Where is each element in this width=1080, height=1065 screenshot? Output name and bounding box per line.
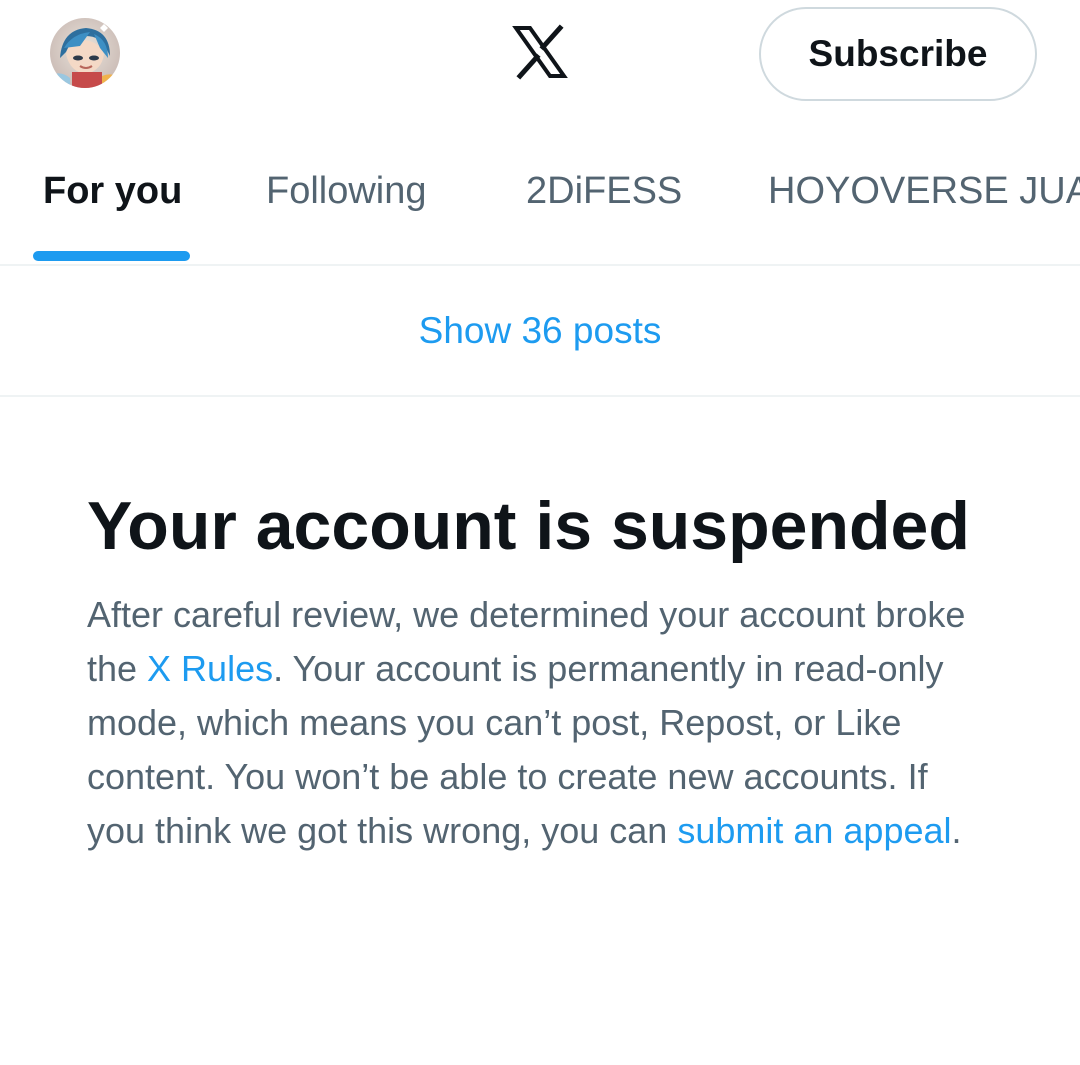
active-tab-indicator (33, 251, 190, 261)
notice-body: After careful review, we determined your… (87, 588, 987, 858)
tab-2difess[interactable]: 2DiFESS (526, 170, 682, 213)
submit-appeal-link[interactable]: submit an appeal (677, 810, 951, 851)
x-rules-link[interactable]: X Rules (147, 648, 273, 689)
suspension-notice: Your account is suspended After careful … (87, 484, 987, 858)
user-avatar[interactable] (50, 18, 120, 88)
avatar-image (50, 18, 120, 88)
tab-following[interactable]: Following (266, 170, 427, 213)
top-bar: Subscribe (0, 0, 1080, 140)
notice-text-3: . (951, 810, 962, 851)
subscribe-button[interactable]: Subscribe (759, 7, 1037, 101)
tab-for-you[interactable]: For you (43, 170, 182, 213)
show-new-posts-button[interactable]: Show 36 posts (0, 266, 1080, 397)
notice-title: Your account is suspended (87, 488, 970, 564)
x-logo-icon[interactable] (512, 24, 568, 80)
tab-hoyoverse-jua[interactable]: HOYOVERSE JUA (768, 170, 1080, 213)
timeline-tabs: For you Following 2DiFESS HOYOVERSE JUA (0, 140, 1080, 266)
